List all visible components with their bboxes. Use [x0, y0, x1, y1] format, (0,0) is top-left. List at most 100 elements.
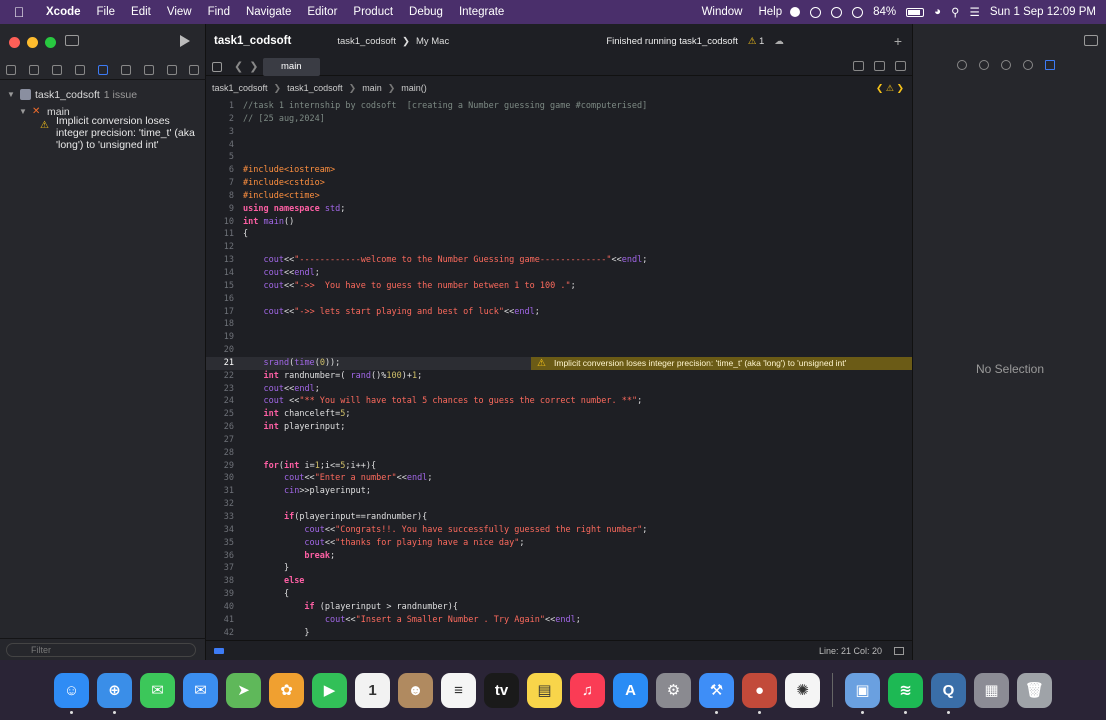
code-text[interactable]: cout<<"Enter a number"<<endl; — [243, 472, 432, 485]
code-text[interactable]: cout<<"Insert a Smaller Number . Try Aga… — [243, 614, 581, 627]
code-text[interactable]: cout<<"------------welcome to the Number… — [243, 254, 647, 267]
code-line[interactable]: 4 — [206, 139, 912, 152]
code-line[interactable]: 38 else — [206, 575, 912, 588]
file-inspector-icon[interactable] — [957, 60, 967, 70]
code-line[interactable]: 25 int chanceleft=5; — [206, 408, 912, 421]
code-line[interactable]: 24 cout <<"** You will have total 5 chan… — [206, 395, 912, 408]
dock-tv-icon[interactable]: tv — [484, 672, 519, 708]
code-text[interactable]: for(int i=1;i<=5;i++){ — [243, 460, 376, 473]
dock-spotify-icon[interactable]: ≋ — [888, 672, 923, 714]
code-text[interactable]: if(playerinput==randnumber){ — [243, 511, 427, 524]
code-line[interactable]: 13 cout<<"------------welcome to the Num… — [206, 254, 912, 267]
dock-safari-icon[interactable]: ⊕ — [97, 672, 132, 714]
code-text[interactable]: if (playerinput > randnumber){ — [243, 601, 458, 614]
warning-count-badge[interactable]: ⚠ 1 — [748, 36, 764, 47]
apple-menu-icon[interactable]:  — [0, 4, 38, 20]
code-text[interactable]: cout<<"->> You have to guess the number … — [243, 280, 575, 293]
inline-warning-banner[interactable]: ⚠ Implicit conversion loses integer preci… — [531, 356, 912, 370]
quick-help-icon[interactable] — [1001, 60, 1011, 70]
code-text[interactable]: { — [243, 228, 248, 241]
find-navigator-icon[interactable] — [75, 64, 86, 75]
dock-quicktime-icon[interactable]: Q — [931, 672, 966, 714]
dock-facetime-icon[interactable]: ▶ — [312, 672, 347, 708]
filter-input[interactable]: Filter — [6, 642, 196, 657]
dock-messages-icon[interactable]: ✉ — [140, 672, 175, 708]
code-text[interactable]: // [25 aug,2024] — [243, 113, 325, 126]
tab-main[interactable]: main — [263, 57, 320, 76]
code-text[interactable]: cout<<"thanks for playing have a nice da… — [243, 537, 524, 550]
related-items-icon[interactable] — [212, 62, 222, 72]
dock-notes-icon[interactable]: ▤ — [527, 672, 562, 708]
dock-xcode-icon[interactable]: ⚒ — [699, 672, 734, 714]
code-text[interactable]: //task 1 internship by codsoft [creating… — [243, 100, 647, 113]
code-line[interactable]: 12 — [206, 241, 912, 254]
code-line[interactable]: 15 cout<<"->> You have to guess the numb… — [206, 280, 912, 293]
code-text[interactable]: { — [243, 588, 289, 601]
dock-trash-icon[interactable]: 🗑 — [1017, 672, 1052, 708]
sidebar-toggle-icon[interactable] — [65, 35, 79, 46]
dock-preview-icon[interactable]: ▣ — [845, 672, 880, 714]
moon-icon[interactable] — [831, 6, 843, 18]
menu-editor[interactable]: Editor — [299, 6, 345, 18]
bookmark-navigator-icon[interactable] — [52, 64, 63, 75]
code-text[interactable]: cout<<"Congrats!!. You have successfully… — [243, 524, 647, 537]
code-line[interactable]: 8 #include<ctime> — [206, 190, 912, 203]
code-line[interactable]: 14 cout<<endl; — [206, 267, 912, 280]
code-line[interactable]: 17 cout<<"->> lets start playing and bes… — [206, 306, 912, 319]
code-line[interactable]: 41 cout<<"Insert a Smaller Number . Try … — [206, 614, 912, 627]
code-line[interactable]: 27 — [206, 434, 912, 447]
code-line[interactable]: 19 — [206, 331, 912, 344]
code-line[interactable]: 11 { — [206, 228, 912, 241]
menu-edit[interactable]: Edit — [123, 6, 159, 18]
code-text[interactable]: using namespace std; — [243, 203, 345, 216]
add-tab-button[interactable]: + — [894, 33, 902, 49]
datetime[interactable]: Sun 1 Sep 12:09 PM — [990, 6, 1096, 18]
editor-mode-indicator[interactable] — [214, 647, 224, 654]
code-line[interactable]: 5 — [206, 151, 912, 164]
editor-options-icon[interactable] — [874, 61, 885, 71]
code-line[interactable]: 32 — [206, 498, 912, 511]
code-text[interactable]: cout<<"->> lets start playing and best o… — [243, 306, 539, 319]
menu-debug[interactable]: Debug — [401, 6, 451, 18]
tree-row-project[interactable]: ▼ task1_codsoft 1 issue — [0, 86, 206, 103]
menu-integrate[interactable]: Integrate — [451, 6, 512, 18]
dock-launcher-icon[interactable]: ● — [742, 672, 777, 714]
accessibility-inspector-icon[interactable] — [1023, 60, 1033, 70]
minimap-toggle-icon[interactable] — [894, 646, 904, 655]
jumpbar-project[interactable]: task1_codsoft — [212, 83, 268, 93]
code-line[interactable]: 31 cin>>playerinput; — [206, 485, 912, 498]
dock-mail-icon[interactable]: ✉ — [183, 672, 218, 708]
code-text[interactable]: cout <<"** You will have total 5 chances… — [243, 395, 642, 408]
cloud-icon[interactable] — [810, 6, 822, 18]
issue-message[interactable]: Implicit conversion loses integer precis… — [56, 115, 196, 151]
code-line[interactable]: 2 // [25 aug,2024] — [206, 113, 912, 126]
wifi-icon[interactable]: ◕ — [934, 6, 941, 18]
search-icon[interactable]: ⚲ — [951, 5, 959, 19]
code-line[interactable]: 33 if(playerinput==randnumber){ — [206, 511, 912, 524]
attributes-inspector-icon[interactable] — [1045, 60, 1055, 70]
code-text[interactable]: #include<cstdio> — [243, 177, 325, 190]
menu-app-xcode[interactable]: Xcode — [38, 6, 89, 18]
code-line[interactable]: 28 — [206, 447, 912, 460]
code-line[interactable]: 35 cout<<"thanks for playing have a nice… — [206, 537, 912, 550]
code-text[interactable]: cout<<endl; — [243, 267, 319, 280]
code-text[interactable]: } — [243, 562, 289, 575]
scheme-selector[interactable]: task1_codsoft ❯ My Mac — [337, 36, 449, 47]
control-center-icon[interactable]: ☰ — [970, 5, 980, 19]
disclosure-open-icon[interactable]: ▼ — [18, 107, 28, 116]
code-line[interactable]: 18 — [206, 318, 912, 331]
code-text[interactable]: else — [243, 575, 304, 588]
dock-finder-icon[interactable]: ☺ — [54, 672, 89, 714]
code-text[interactable]: cin>>playerinput; — [243, 485, 371, 498]
dock-reminders-icon[interactable]: ≡ — [441, 672, 476, 708]
dock-maps-icon[interactable]: ➤ — [226, 672, 261, 708]
issue-nav-arrows-icon[interactable]: ❮ ⚠ ❯ — [876, 83, 904, 94]
split-editor-icon[interactable] — [895, 61, 906, 71]
code-line[interactable]: 34 cout<<"Congrats!!. You have successfu… — [206, 524, 912, 537]
code-line[interactable]: 30 cout<<"Enter a number"<<endl; — [206, 472, 912, 485]
dock-contacts-icon[interactable]: ☻ — [398, 672, 433, 708]
code-text[interactable]: int main() — [243, 216, 294, 229]
code-line[interactable]: 20 — [206, 344, 912, 357]
menu-file[interactable]: File — [89, 6, 124, 18]
code-text[interactable]: cout<<endl; — [243, 383, 319, 396]
